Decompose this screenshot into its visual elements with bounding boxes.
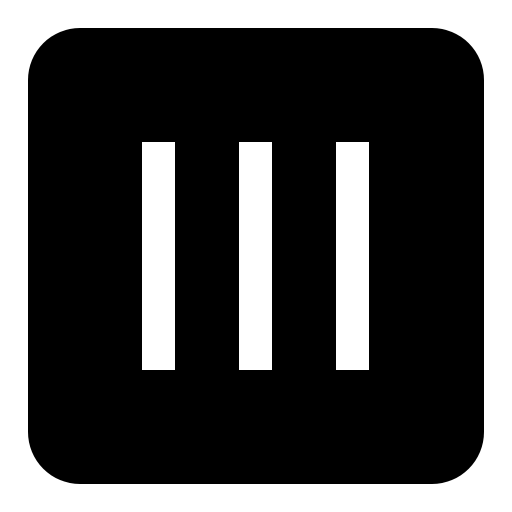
vertical-bar-2: [239, 142, 272, 370]
vertical-bar-3: [336, 142, 369, 370]
vertical-bar-1: [142, 142, 175, 370]
icon-canvas: [0, 0, 512, 512]
